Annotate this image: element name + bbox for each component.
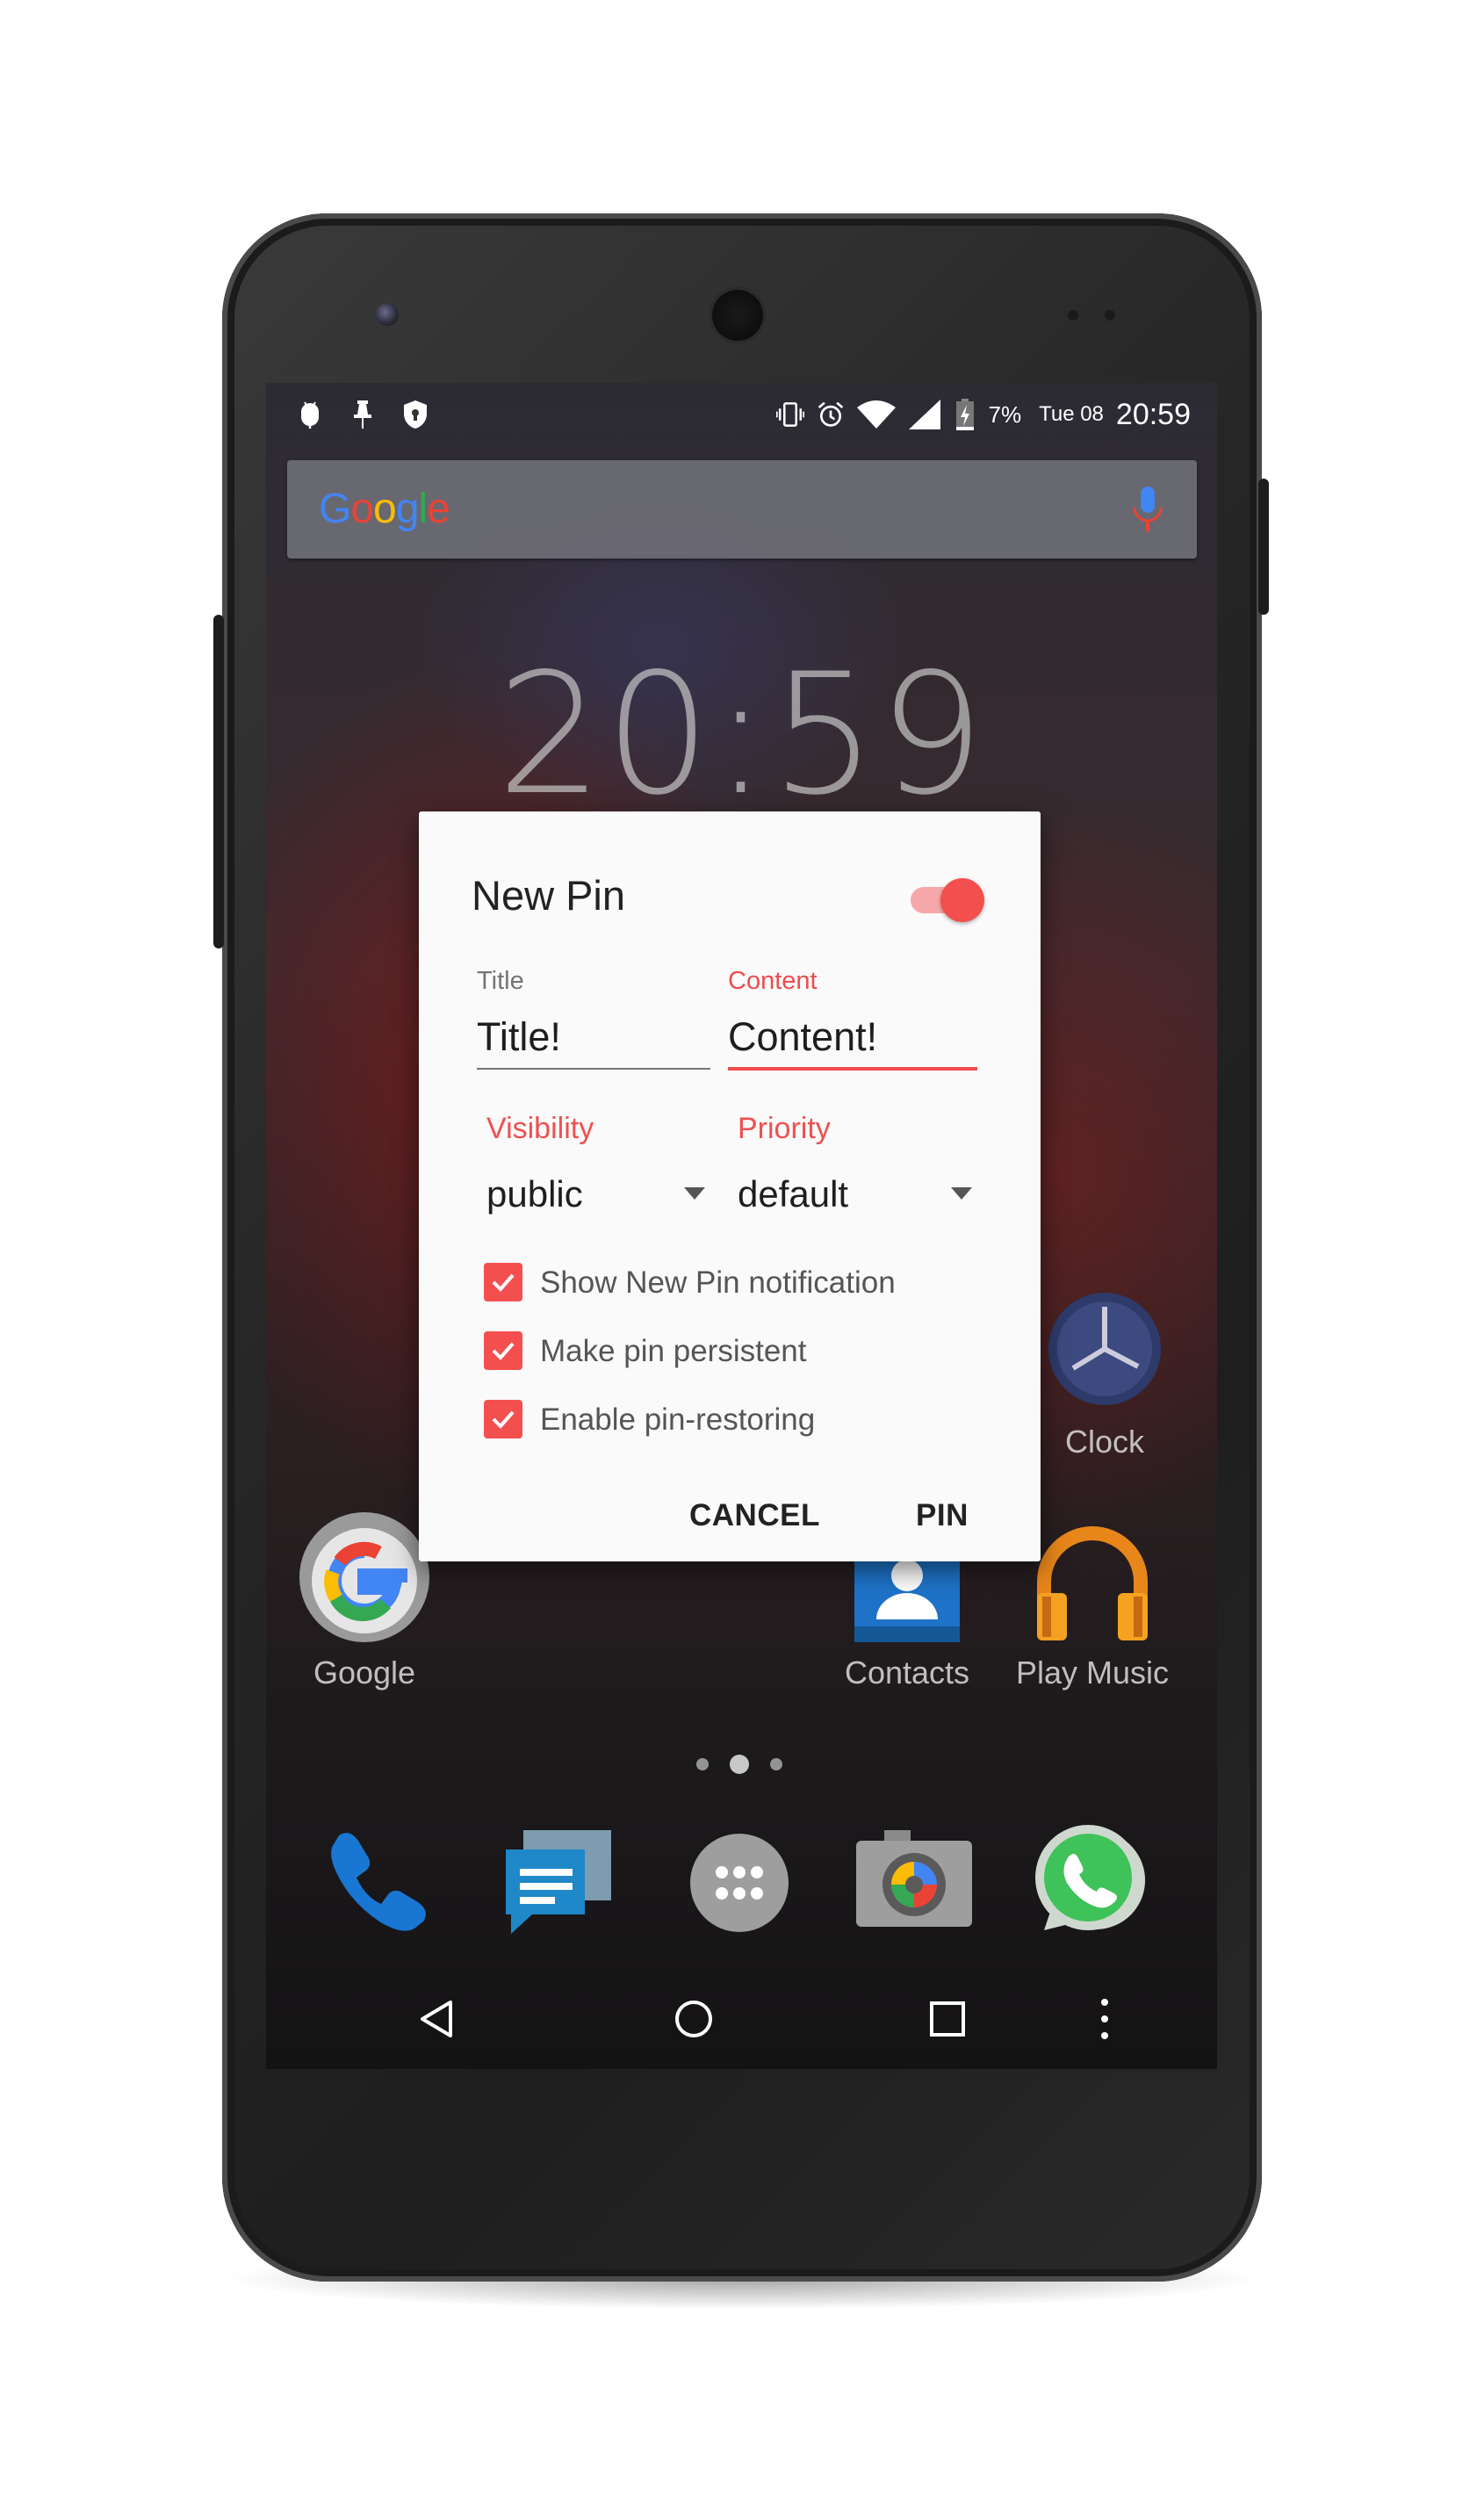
show-notification-checkbox[interactable] bbox=[484, 1263, 522, 1301]
alarm-icon bbox=[817, 397, 845, 432]
headphones-icon[interactable] bbox=[1027, 1516, 1158, 1652]
camera-icon[interactable] bbox=[853, 1823, 976, 1942]
android-debug-icon bbox=[296, 397, 324, 432]
pin-restoring-label: Enable pin-restoring bbox=[540, 1402, 816, 1437]
mic-icon[interactable] bbox=[1130, 485, 1165, 537]
show-notification-label: Show New Pin notification bbox=[540, 1265, 896, 1300]
overflow-menu-button[interactable] bbox=[1074, 1988, 1135, 2050]
status-bar: 7% Tue 08 20:59 bbox=[266, 383, 1217, 446]
proximity-sensor bbox=[1068, 310, 1078, 321]
content-input-underline bbox=[728, 1067, 977, 1071]
dialog-title: New Pin bbox=[472, 872, 626, 919]
volume-button bbox=[213, 615, 224, 948]
google-logo: Google bbox=[319, 486, 450, 532]
battery-percent: 7% bbox=[988, 400, 1022, 428]
visibility-dropdown-icon[interactable] bbox=[684, 1187, 705, 1200]
light-sensor bbox=[1105, 310, 1115, 321]
earpiece-speaker bbox=[710, 287, 766, 343]
page-dot bbox=[696, 1758, 709, 1770]
recents-button[interactable] bbox=[917, 1988, 978, 2050]
persistent-checkbox[interactable] bbox=[484, 1331, 522, 1370]
status-date: Tue 08 bbox=[1039, 402, 1104, 426]
battery-charging-icon bbox=[954, 397, 976, 432]
toggle-thumb bbox=[940, 878, 984, 922]
persistent-label: Make pin persistent bbox=[540, 1334, 807, 1368]
whatsapp-icon[interactable] bbox=[1027, 1820, 1149, 1947]
content-field-label: Content bbox=[728, 967, 818, 995]
notification-icons bbox=[296, 397, 429, 432]
title-field-label: Title bbox=[477, 967, 524, 995]
contacts-icon[interactable] bbox=[850, 1551, 964, 1647]
front-camera bbox=[376, 303, 399, 326]
title-input[interactable]: Title! bbox=[477, 1014, 561, 1060]
power-button bbox=[1258, 479, 1269, 615]
pin-enabled-toggle[interactable] bbox=[907, 876, 984, 922]
app-drawer-icon[interactable] bbox=[687, 1830, 792, 1940]
back-button[interactable] bbox=[407, 1988, 468, 2050]
app-label-play-music: Play Music bbox=[1015, 1655, 1170, 1691]
priority-label: Priority bbox=[738, 1112, 831, 1145]
navigation-bar bbox=[266, 1964, 1217, 2069]
pin-restoring-checkbox[interactable] bbox=[484, 1400, 522, 1438]
status-time: 20:59 bbox=[1115, 397, 1191, 431]
new-pin-dialog: New Pin Title Title! Content Content! Vi… bbox=[419, 811, 1041, 1561]
shield-icon bbox=[401, 397, 429, 432]
cancel-button[interactable]: CANCEL bbox=[689, 1498, 820, 1533]
home-button[interactable] bbox=[663, 1988, 724, 2050]
clock-icon[interactable] bbox=[1043, 1287, 1166, 1415]
google-icon[interactable] bbox=[294, 1507, 435, 1652]
pin-icon bbox=[349, 397, 377, 432]
app-label-contacts: Contacts bbox=[844, 1655, 970, 1691]
page-dot-active bbox=[730, 1755, 749, 1774]
priority-dropdown-icon[interactable] bbox=[951, 1187, 972, 1200]
visibility-label: Visibility bbox=[486, 1112, 594, 1145]
system-status: 7% Tue 08 20:59 bbox=[775, 392, 1191, 437]
phone-icon[interactable] bbox=[323, 1823, 437, 1942]
messages-icon[interactable] bbox=[497, 1823, 620, 1942]
signal-icon bbox=[908, 397, 941, 432]
home-clock-widget[interactable]: 20:59 bbox=[266, 638, 1217, 832]
google-search-bar[interactable]: Google bbox=[287, 460, 1197, 559]
vibrate-icon bbox=[775, 397, 804, 432]
wifi-icon bbox=[856, 397, 896, 432]
pin-button[interactable]: PIN bbox=[916, 1498, 969, 1533]
title-input-underline bbox=[477, 1068, 710, 1070]
priority-select[interactable]: default bbox=[738, 1173, 848, 1215]
visibility-select[interactable]: public bbox=[486, 1173, 583, 1215]
page-dot bbox=[770, 1758, 782, 1770]
app-label-google: Google bbox=[313, 1655, 416, 1691]
page-indicator bbox=[696, 1755, 782, 1774]
content-input[interactable]: Content! bbox=[728, 1014, 877, 1060]
